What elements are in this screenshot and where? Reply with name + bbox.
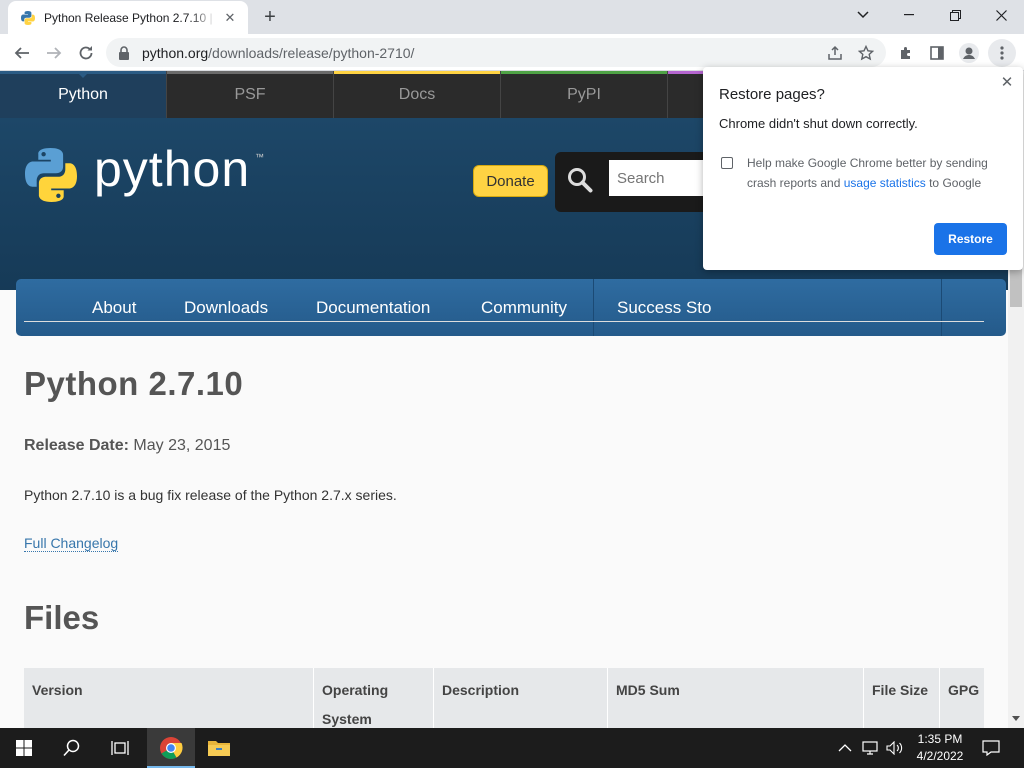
python-favicon-icon <box>21 10 35 25</box>
nav-downloads[interactable]: Downloads <box>184 279 268 336</box>
donate-button[interactable]: Donate <box>473 165 548 197</box>
extensions-icon[interactable] <box>892 39 920 67</box>
url-text: python.org/downloads/release/python-2710… <box>142 45 414 61</box>
help-text-end: to Google <box>925 176 982 190</box>
side-panel-icon[interactable] <box>923 39 951 67</box>
nav-about[interactable]: About <box>92 279 136 336</box>
usage-statistics-link[interactable]: usage statistics <box>844 176 926 190</box>
topnav-psf[interactable]: PSF <box>167 71 334 118</box>
dialog-title: Restore pages? <box>719 86 825 103</box>
topnav-label: Docs <box>398 85 436 103</box>
profile-avatar-icon[interactable] <box>955 39 983 67</box>
th-gpg: GPG <box>948 682 980 698</box>
nav-separator <box>941 279 942 336</box>
new-tab-button[interactable]: + <box>258 5 282 29</box>
network-icon[interactable] <box>862 728 880 768</box>
th-description: Description <box>434 668 608 728</box>
logo-wordmark: python <box>94 141 251 197</box>
topnav-label: PyPI <box>567 85 601 103</box>
browser-toolbar: python.org/downloads/release/python-2710… <box>0 34 1024 71</box>
clock-time: 1:35 PM <box>917 732 963 746</box>
chrome-menu-icon[interactable] <box>988 39 1016 67</box>
restore-button[interactable]: Restore <box>934 223 1007 255</box>
search-icon[interactable] <box>566 166 594 194</box>
topnav-python[interactable]: Python <box>0 71 167 118</box>
search-icon[interactable] <box>48 728 96 768</box>
th-file-size: File Size <box>864 668 940 728</box>
main-nav: About Downloads Documentation Community … <box>16 279 1006 336</box>
topnav-docs[interactable]: Docs <box>334 71 501 118</box>
tab-title: Python Release Python 2.7.10 | Python.or… <box>44 10 216 25</box>
release-date: Release Date: May 23, 2015 <box>24 437 230 455</box>
back-icon[interactable] <box>8 39 36 67</box>
forward-icon[interactable] <box>40 39 68 67</box>
full-changelog-link[interactable]: Full Changelog <box>24 535 119 552</box>
windows-start-icon[interactable] <box>0 728 48 768</box>
files-heading: Files <box>24 599 100 636</box>
logo-trademark: ™ <box>255 152 264 162</box>
show-hidden-icons[interactable] <box>838 728 852 768</box>
release-description: Python 2.7.10 is a bug fix release of th… <box>24 487 397 503</box>
lock-icon <box>119 45 129 60</box>
files-table: Version Operating System Description MD5… <box>24 668 984 728</box>
topnav-label: Python <box>58 85 108 103</box>
notifications-icon[interactable] <box>982 728 1000 768</box>
clock-date: 4/2/2022 <box>916 749 964 763</box>
close-icon[interactable]: ✕ <box>999 74 1015 91</box>
scroll-down-arrow-icon[interactable] <box>1012 716 1020 721</box>
chrome-taskbar-icon[interactable] <box>147 728 195 768</box>
task-view-icon[interactable] <box>96 728 144 768</box>
scrollbar-thumb[interactable] <box>1010 269 1022 307</box>
close-window-icon[interactable] <box>978 0 1024 30</box>
crash-report-checkbox[interactable] <box>721 157 733 169</box>
restore-pages-dialog: Restore pages? ✕ Chrome didn't shut down… <box>703 67 1023 270</box>
share-icon[interactable] <box>821 39 849 67</box>
volume-icon[interactable] <box>886 728 904 768</box>
python-logo[interactable]: python ™ <box>22 141 264 204</box>
reload-icon[interactable] <box>72 39 100 67</box>
crash-report-label: Help make Google Chrome better by sendin… <box>747 153 1009 193</box>
url-path: /downloads/release/python-2710/ <box>208 44 415 61</box>
tab-strip: Python Release Python 2.7.10 | Python.or… <box>0 0 1024 34</box>
windows-taskbar: 1:35 PM 4/2/2022 <box>0 728 1024 768</box>
minimize-icon[interactable] <box>886 0 932 30</box>
topnav-pypi[interactable]: PyPI <box>501 71 668 118</box>
address-bar[interactable]: python.org/downloads/release/python-2710… <box>106 38 886 67</box>
dialog-message: Chrome didn't shut down correctly. <box>719 116 918 131</box>
th-md5-sum: MD5 Sum <box>608 668 864 728</box>
page-title: Python 2.7.10 <box>24 365 244 402</box>
nav-community[interactable]: Community <box>481 279 567 336</box>
tab-close-icon[interactable]: ✕ <box>222 10 238 26</box>
url-host: python.org <box>142 44 209 61</box>
python-logo-icon <box>25 148 77 202</box>
restore-window-icon[interactable] <box>932 0 978 30</box>
divider <box>24 321 984 322</box>
file-explorer-icon[interactable] <box>195 728 243 768</box>
browser-tab[interactable]: Python Release Python 2.7.10 | Python.or… <box>8 1 248 34</box>
tab-search-icon[interactable] <box>840 0 886 30</box>
system-clock[interactable]: 1:35 PM 4/2/2022 <box>905 731 975 765</box>
th-operating-system: Operating System <box>314 668 434 728</box>
nav-separator <box>593 279 594 336</box>
release-date-label: Release Date: <box>24 437 129 454</box>
bookmark-star-icon[interactable] <box>852 39 880 67</box>
release-date-value: May 23, 2015 <box>133 437 231 454</box>
nav-success-stories[interactable]: Success Sto <box>617 279 712 336</box>
topnav-label: PSF <box>234 85 266 103</box>
nav-documentation[interactable]: Documentation <box>316 279 430 336</box>
th-version: Version <box>24 668 314 728</box>
